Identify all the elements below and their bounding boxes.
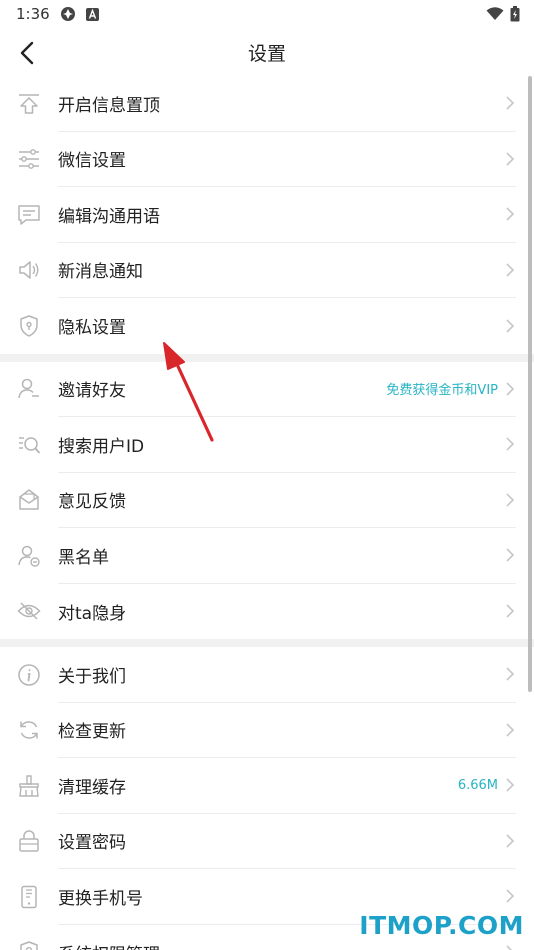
chevron-right-icon (506, 945, 512, 950)
setting-about-us[interactable]: 关于我们 (0, 647, 534, 703)
setting-label: 搜索用户ID (58, 436, 145, 457)
setting-label: 关于我们 (58, 666, 126, 687)
page-title: 设置 (247, 42, 286, 65)
settings-list: 开启信息置顶 微信设置 编辑沟通用语 新消息通知 隐私设置 邀请好友 免费获得金… (0, 76, 534, 950)
setting-hide-from[interactable]: 对ta隐身 (0, 584, 534, 640)
chevron-right-icon (506, 96, 515, 110)
chevron-right-icon (506, 778, 515, 792)
setting-feedback[interactable]: 意见反馈 (0, 473, 534, 528)
setting-set-password[interactable]: 设置密码 (0, 814, 534, 869)
setting-label: 开启信息置顶 (58, 95, 160, 116)
chevron-right-icon (506, 437, 515, 451)
cache-size-text: 6.66M (457, 777, 498, 793)
setting-privacy-settings[interactable]: 隐私设置 (0, 298, 534, 354)
setting-blacklist[interactable]: 黑名单 (0, 528, 534, 584)
setting-label: 系统权限管理 (58, 940, 504, 950)
status-time: 1:36 (16, 5, 50, 23)
chevron-right-icon (506, 889, 515, 903)
group-divider (0, 353, 534, 362)
chevron-right-icon (506, 723, 515, 737)
shield-icon (20, 315, 38, 337)
chevron-right-icon (506, 493, 515, 507)
chevron-right-icon (506, 604, 515, 618)
setting-label: 清理缓存 (58, 777, 126, 798)
user-add-icon (18, 379, 39, 399)
setting-label: 微信设置 (58, 151, 126, 172)
lock-icon (19, 830, 39, 852)
a-notification-icon (85, 7, 99, 21)
battery-icon (510, 6, 520, 22)
chevron-right-icon (506, 834, 515, 848)
mail-icon (19, 489, 39, 510)
setting-label: 意见反馈 (58, 492, 126, 513)
setting-invite-friends[interactable]: 邀请好友 免费获得金币和VIP (0, 362, 534, 417)
setting-check-update[interactable]: 检查更新 (0, 703, 534, 758)
setting-pin-messages[interactable]: 开启信息置顶 (0, 76, 534, 132)
setting-clear-cache[interactable]: 清理缓存 6.66M (0, 758, 534, 814)
setting-label: 对ta隐身 (58, 603, 127, 624)
setting-label: 检查更新 (58, 722, 126, 743)
chevron-right-icon (506, 263, 515, 277)
chevron-right-icon (506, 319, 515, 333)
invite-reward-text: 免费获得金币和VIP (386, 383, 498, 399)
scrollbar[interactable] (528, 76, 532, 692)
setting-label: 邀请好友 (58, 381, 126, 402)
chevron-right-icon (506, 152, 515, 166)
speaker-icon (19, 261, 39, 279)
broom-icon (19, 775, 39, 797)
setting-new-message-notify[interactable]: 新消息通知 (0, 243, 534, 298)
setting-label: 新消息通知 (58, 262, 143, 283)
setting-edit-phrases[interactable]: 编辑沟通用语 (0, 187, 534, 243)
user-block-icon (18, 545, 40, 567)
setting-label: 黑名单 (58, 547, 109, 568)
chevron-right-icon (506, 667, 515, 681)
back-button[interactable] (10, 36, 44, 70)
phone-icon (21, 885, 37, 908)
chat-bubble-icon (18, 205, 40, 225)
chevron-right-icon (506, 207, 515, 221)
eye-off-icon (17, 602, 41, 620)
group-divider (0, 639, 534, 647)
back-arrow-icon (20, 41, 34, 65)
setting-label: 编辑沟通用语 (58, 206, 160, 227)
setting-label: 更换手机号 (58, 888, 143, 909)
status-bar: 1:36 (0, 0, 534, 28)
setting-label: 隐私设置 (58, 318, 126, 339)
sliders-icon (19, 149, 39, 170)
pin-top-icon (19, 93, 39, 114)
search-user-icon (19, 437, 40, 454)
setting-search-user-id[interactable]: 搜索用户ID (0, 417, 534, 473)
setting-label: 设置密码 (58, 833, 126, 854)
nav-bar: 设置 (0, 28, 534, 76)
chevron-right-icon (506, 548, 515, 562)
refresh-icon (20, 721, 38, 740)
wifi-icon (486, 7, 504, 20)
permission-icon (20, 941, 38, 950)
setting-wechat-settings[interactable]: 微信设置 (0, 132, 534, 187)
app-notification-icon (60, 7, 75, 21)
info-icon (18, 664, 40, 686)
chevron-right-icon (506, 382, 515, 396)
watermark-logo: ITMOP.COM (359, 911, 524, 940)
